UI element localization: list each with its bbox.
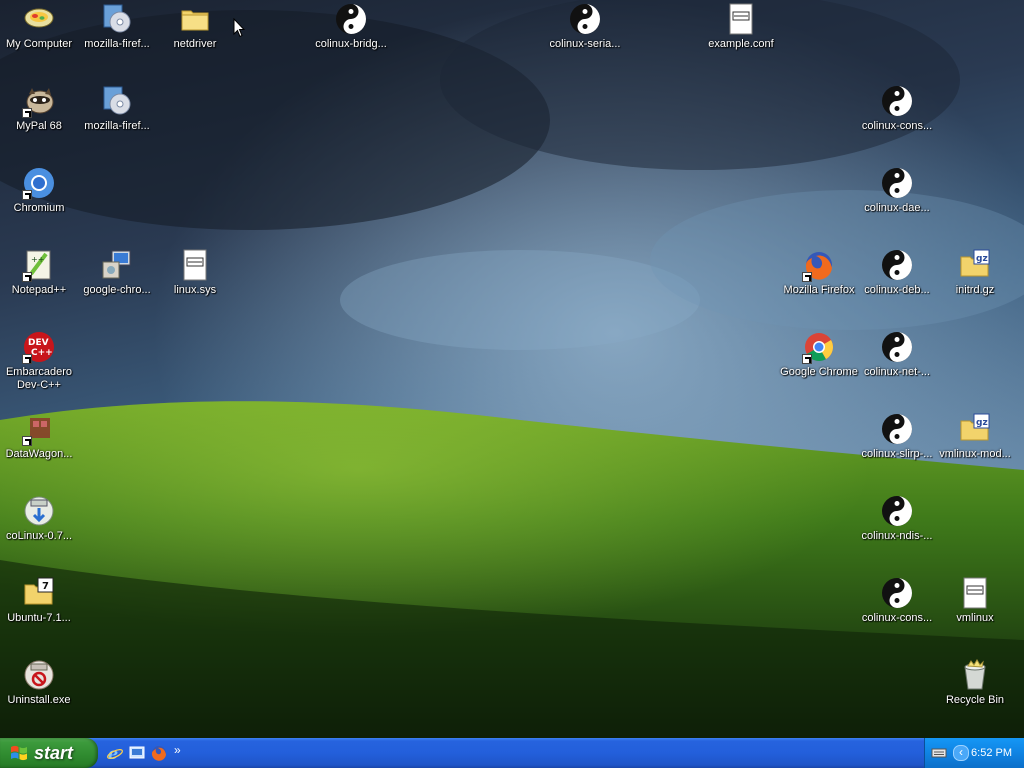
embarcadero-devcpp-shortcut[interactable]: DEV C++ Embarcadero Dev-C++ [0, 330, 78, 392]
installer-cd-icon [100, 84, 134, 118]
system-file-icon [178, 248, 212, 282]
shortcut-arrow-icon [802, 354, 812, 364]
shortcut-arrow-icon [802, 272, 812, 282]
tray-expand-button[interactable]: ‹ [953, 745, 969, 761]
mozilla-firefox-setup-1-shortcut[interactable]: mozilla-firef... [78, 2, 156, 51]
yin-yang-penguin-icon [880, 166, 914, 200]
start-button[interactable]: start [0, 738, 98, 768]
svg-text:gz: gz [976, 254, 988, 264]
shortcut-arrow-icon [22, 272, 32, 282]
installer-computer-icon [100, 248, 134, 282]
svg-text:++: ++ [31, 255, 44, 264]
folder-icon [178, 2, 212, 36]
firefox-quicklaunch-icon[interactable] [150, 744, 168, 762]
example-conf-file[interactable]: example.conf [702, 2, 780, 51]
start-label: start [34, 742, 74, 763]
quick-launch-more-button[interactable]: » [174, 743, 181, 757]
google-chrome-installer-shortcut[interactable]: google-chro... [78, 248, 156, 297]
yin-yang-penguin-icon [880, 84, 914, 118]
yin-yang-penguin-icon [880, 576, 914, 610]
datawagon-shortcut[interactable]: DataWagon... [0, 412, 78, 461]
raccoon-icon [22, 84, 56, 118]
system-file-icon [958, 576, 992, 610]
colinux-ndis-shortcut[interactable]: colinux-ndis-... [858, 494, 936, 543]
colinux-installer-file[interactable]: coLinux-0.7... [0, 494, 78, 543]
svg-text:e: e [108, 744, 118, 762]
colinux-net-shortcut[interactable]: colinux-net-... [858, 330, 936, 379]
yin-yang-penguin-icon [334, 2, 368, 36]
colinux-console-2-shortcut[interactable]: colinux-cons... [858, 576, 936, 625]
ubuntu-archive-file[interactable]: 7 Ubuntu-7.1... [0, 576, 78, 625]
shortcut-arrow-icon [22, 354, 32, 364]
system-tray: ‹ 6:52 PM [924, 738, 1024, 768]
devcpp-icon: DEV C++ [22, 330, 56, 364]
initrd-gz-file[interactable]: gz initrd.gz [936, 248, 1014, 297]
colinux-console-1-shortcut[interactable]: colinux-cons... [858, 84, 936, 133]
mozilla-firefox-shortcut[interactable]: Mozilla Firefox [780, 248, 858, 297]
vmlinux-modules-file[interactable]: gz vmlinux-mod... [936, 412, 1014, 461]
clock[interactable]: 6:52 PM [971, 747, 1012, 759]
installer-download-icon [22, 494, 56, 528]
colinux-serial-shortcut[interactable]: colinux-seria... [546, 2, 624, 51]
computer-icon [22, 2, 56, 36]
firefox-icon [802, 248, 836, 282]
mypal-68-shortcut[interactable]: MyPal 68 [0, 84, 78, 133]
recycle-bin-shortcut[interactable]: Recycle Bin [936, 658, 1014, 707]
gz-archive-icon: gz [958, 248, 992, 282]
recycle-bin-icon [958, 658, 992, 692]
netdriver-folder[interactable]: netdriver [156, 2, 234, 51]
svg-text:C++: C++ [31, 348, 53, 358]
svg-text:7: 7 [42, 581, 49, 592]
uninstall-icon [22, 658, 56, 692]
shortcut-arrow-icon [22, 108, 32, 118]
yin-yang-penguin-icon [880, 494, 914, 528]
chrome-icon [802, 330, 836, 364]
shortcut-arrow-icon [22, 436, 32, 446]
yin-yang-penguin-icon [880, 330, 914, 364]
text-file-icon [724, 2, 758, 36]
svg-text:gz: gz [976, 418, 988, 428]
colinux-bridged-shortcut[interactable]: colinux-bridg... [312, 2, 390, 51]
yin-yang-penguin-icon [880, 412, 914, 446]
mozilla-firefox-setup-2-shortcut[interactable]: mozilla-firef... [78, 84, 156, 133]
colinux-slirp-shortcut[interactable]: colinux-slirp-... [858, 412, 936, 461]
7z-archive-icon: 7 [22, 576, 56, 610]
internet-explorer-icon[interactable]: e [106, 744, 124, 763]
colinux-daemon-shortcut[interactable]: colinux-dae... [858, 166, 936, 215]
yin-yang-penguin-icon [880, 248, 914, 282]
colinux-debug-shortcut[interactable]: colinux-deb... [858, 248, 936, 297]
mouse-pointer-icon [233, 17, 246, 38]
windows-logo-icon [10, 744, 28, 762]
chromium-shortcut[interactable]: Chromium [0, 166, 78, 215]
notepad-plus-plus-shortcut[interactable]: ++ Notepad++ [0, 248, 78, 297]
vmlinux-file[interactable]: vmlinux [936, 576, 1014, 625]
keyboard-icon[interactable] [931, 746, 947, 760]
show-desktop-icon[interactable] [128, 744, 146, 762]
taskbar: start e » ‹ 6:52 PM [0, 738, 1024, 768]
installer-cd-icon [100, 2, 134, 36]
chromium-icon [22, 166, 56, 200]
uninstall-exe-file[interactable]: Uninstall.exe [0, 658, 78, 707]
google-chrome-shortcut[interactable]: Google Chrome [780, 330, 858, 379]
quick-launch-bar: e » [106, 743, 181, 763]
my-computer-icon-shortcut[interactable]: My Computer [0, 2, 78, 51]
gz-archive-icon: gz [958, 412, 992, 446]
notepad-icon: ++ [22, 248, 56, 282]
svg-text:DEV: DEV [28, 338, 49, 348]
shortcut-arrow-icon [22, 190, 32, 200]
datawagon-icon [22, 412, 56, 446]
linux-sys-file[interactable]: linux.sys [156, 248, 234, 297]
yin-yang-penguin-icon [568, 2, 602, 36]
